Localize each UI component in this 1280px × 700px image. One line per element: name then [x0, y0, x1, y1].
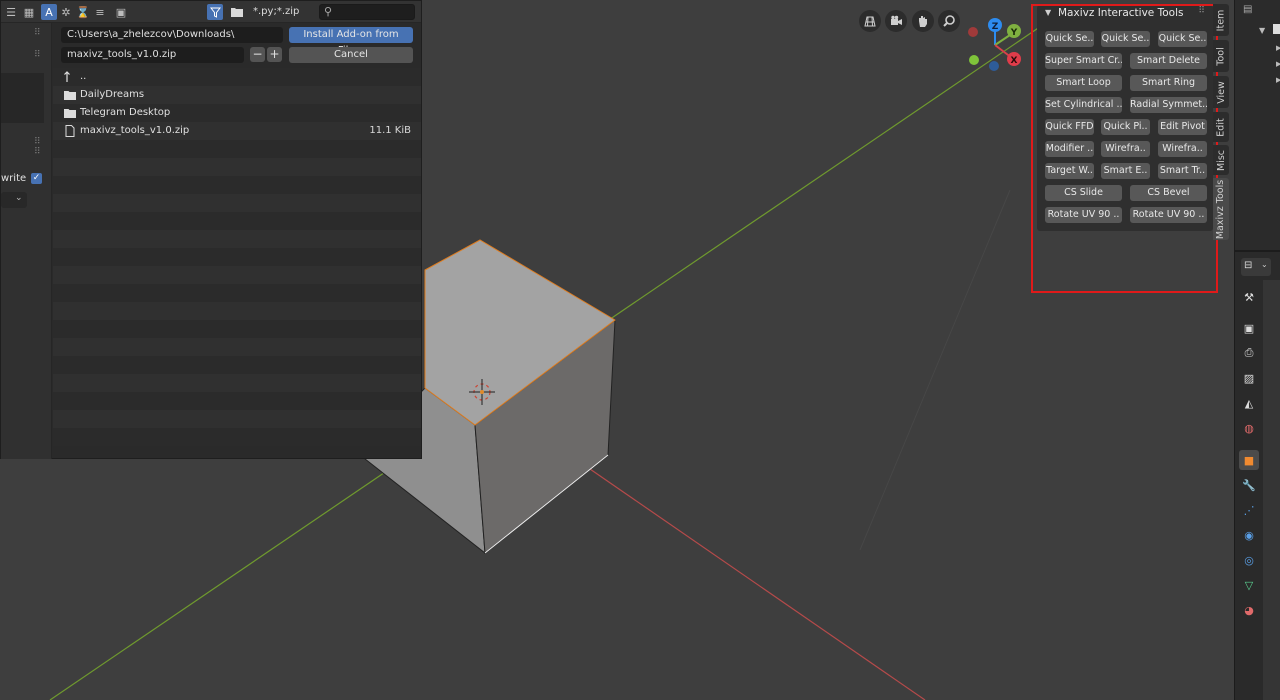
tab-item[interactable]: Item — [1213, 4, 1229, 36]
thumbnail-view-icon[interactable]: ▦ — [21, 4, 37, 20]
empty-row — [53, 374, 421, 392]
empty-row — [53, 158, 421, 176]
sort-time-icon[interactable]: ⌛ — [75, 4, 91, 20]
grid-line — [859, 189, 1011, 551]
sort-alpha-icon[interactable]: A — [41, 4, 57, 20]
empty-row — [53, 338, 421, 356]
empty-row — [53, 140, 421, 158]
zoom-icon[interactable] — [938, 10, 960, 32]
expand-arrow-icon[interactable]: ▶ — [1276, 76, 1280, 84]
checkbox-icon[interactable] — [1273, 24, 1280, 34]
empty-row — [53, 392, 421, 410]
empty-row — [53, 176, 421, 194]
particles-icon[interactable]: ⋰ — [1239, 500, 1259, 520]
tab-misc[interactable]: Misc — [1213, 145, 1229, 175]
sidebar-panel — [1, 73, 44, 123]
world-icon[interactable]: ◍ — [1239, 418, 1259, 438]
empty-row — [53, 266, 421, 284]
annotation-highlight-box — [1031, 4, 1218, 293]
empty-row — [53, 356, 421, 374]
material-icon[interactable]: ◕ — [1239, 600, 1259, 620]
properties-editor: ▤ ▼ ▶ ▶ ▶ ⊟ ⌄ ⚒ ▣ ⎙ ▨ ◭ ◍ ■ 🔧 ⋰ ◉ ◎ ▽ ◕ — [1234, 0, 1280, 700]
dropdown-select[interactable]: ⌄ — [1, 192, 27, 208]
folder-icon — [64, 91, 76, 100]
physics-icon[interactable]: ◉ — [1239, 525, 1259, 545]
tab-view[interactable]: View — [1213, 76, 1229, 108]
file-browser-sidebar: ⠿ ⠿ ⠿ ⠿ write ✓ ⌄ — [1, 23, 52, 459]
filename-field[interactable]: maxivz_tools_v1.0.zip — [61, 47, 244, 63]
x-axis-line — [544, 437, 926, 700]
file-browser-toolbar: ☰ ▦ A ✲ ⌛ ≡ ▣ *.py;*.zip ⚲ — [1, 1, 421, 23]
grip-icon[interactable]: ⠿ — [34, 28, 41, 38]
tool-settings-icon[interactable]: ⚒ — [1239, 287, 1259, 307]
empty-row — [53, 428, 421, 446]
tab-edit[interactable]: Edit — [1213, 112, 1229, 142]
object-icon[interactable]: ■ — [1239, 450, 1259, 470]
list-view-icon[interactable]: ☰ — [3, 4, 19, 20]
search-input[interactable]: ⚲ — [319, 4, 415, 20]
output-icon[interactable]: ⎙ — [1239, 343, 1259, 363]
file-row-parent[interactable]: .. — [53, 68, 421, 86]
camera-icon[interactable] — [885, 10, 907, 32]
svg-text:X: X — [1011, 56, 1018, 66]
install-addon-button[interactable]: Install Add-on from File... — [289, 27, 413, 56]
object-data-icon[interactable]: ▽ — [1239, 575, 1259, 595]
overwrite-checkbox[interactable]: ✓ — [31, 173, 42, 184]
expand-arrow-icon[interactable]: ▼ — [1259, 26, 1265, 35]
grip-icon[interactable]: ⠿ — [34, 137, 41, 147]
file-row-zip[interactable]: maxivz_tools_v1.0.zip 11.1 KiB — [53, 122, 421, 140]
parent-directory-icon — [64, 71, 70, 82]
empty-row — [53, 212, 421, 230]
expand-arrow-icon[interactable]: ▶ — [1276, 44, 1280, 52]
directory-path-field[interactable]: C:\Users\a_zhelezcov\Downloads\ — [61, 27, 283, 43]
render-icon[interactable]: ▣ — [1239, 318, 1259, 338]
tab-maxivz-tools[interactable]: Maxivz Tools — [1213, 178, 1229, 240]
hidden-files-icon[interactable]: ▣ — [113, 4, 129, 20]
empty-row — [53, 284, 421, 302]
cancel-button[interactable]: Cancel — [289, 47, 413, 63]
outliner: ▤ ▼ ▶ ▶ ▶ — [1235, 0, 1280, 252]
empty-row — [53, 230, 421, 248]
tab-tool[interactable]: Tool — [1213, 40, 1229, 72]
overwrite-label: write — [1, 173, 27, 184]
file-list: .. DailyDreams Telegram Desktop maxivz_t… — [53, 68, 421, 458]
file-browser-window[interactable]: ☰ ▦ A ✲ ⌛ ≡ ▣ *.py;*.zip ⚲ ⠿ ⠿ ⠿ ⠿ write… — [0, 0, 422, 459]
grip-icon[interactable]: ⠿ — [34, 147, 41, 157]
empty-row — [53, 194, 421, 212]
view-layer-icon[interactable]: ▨ — [1239, 368, 1259, 388]
sort-ext-icon[interactable]: ✲ — [58, 4, 74, 20]
file-row-folder[interactable]: Telegram Desktop — [53, 104, 421, 122]
filter-icon[interactable] — [207, 4, 223, 20]
svg-text:Z: Z — [992, 22, 999, 32]
chevron-down-icon: ⌄ — [15, 193, 23, 203]
grip-icon[interactable]: ⠿ — [34, 50, 41, 60]
decrement-button[interactable]: − — [250, 47, 265, 62]
expand-arrow-icon[interactable]: ▶ — [1276, 60, 1280, 68]
file-icon — [65, 125, 75, 137]
properties-content — [1263, 280, 1280, 700]
scene-icon[interactable]: ◭ — [1239, 393, 1259, 413]
file-row-folder[interactable]: DailyDreams — [53, 86, 421, 104]
folder-filter-icon[interactable] — [229, 4, 245, 20]
sidebar-tabs: Item Tool View Edit Misc Maxivz Tools — [1213, 4, 1230, 240]
empty-row — [53, 248, 421, 266]
constraints-icon[interactable]: ◎ — [1239, 550, 1259, 570]
pan-hand-icon[interactable] — [912, 10, 934, 32]
folder-icon — [64, 109, 76, 118]
outliner-icon: ▤ — [1243, 4, 1253, 15]
increment-button[interactable]: + — [267, 47, 282, 62]
editor-type-dropdown[interactable]: ⊟ ⌄ — [1241, 258, 1271, 276]
editor-type-icon: ⊟ — [1244, 260, 1253, 271]
sort-size-icon[interactable]: ≡ — [92, 4, 108, 20]
modifier-wrench-icon[interactable]: 🔧 — [1239, 475, 1259, 495]
toggle-camera-grid-icon[interactable] — [859, 10, 881, 32]
chevron-down-icon: ⌄ — [1261, 260, 1268, 269]
empty-row — [53, 320, 421, 338]
empty-row — [53, 410, 421, 428]
svg-text:Y: Y — [1010, 28, 1018, 38]
search-icon: ⚲ — [324, 5, 333, 18]
filter-glob-text[interactable]: *.py;*.zip — [253, 6, 299, 17]
empty-row — [53, 302, 421, 320]
